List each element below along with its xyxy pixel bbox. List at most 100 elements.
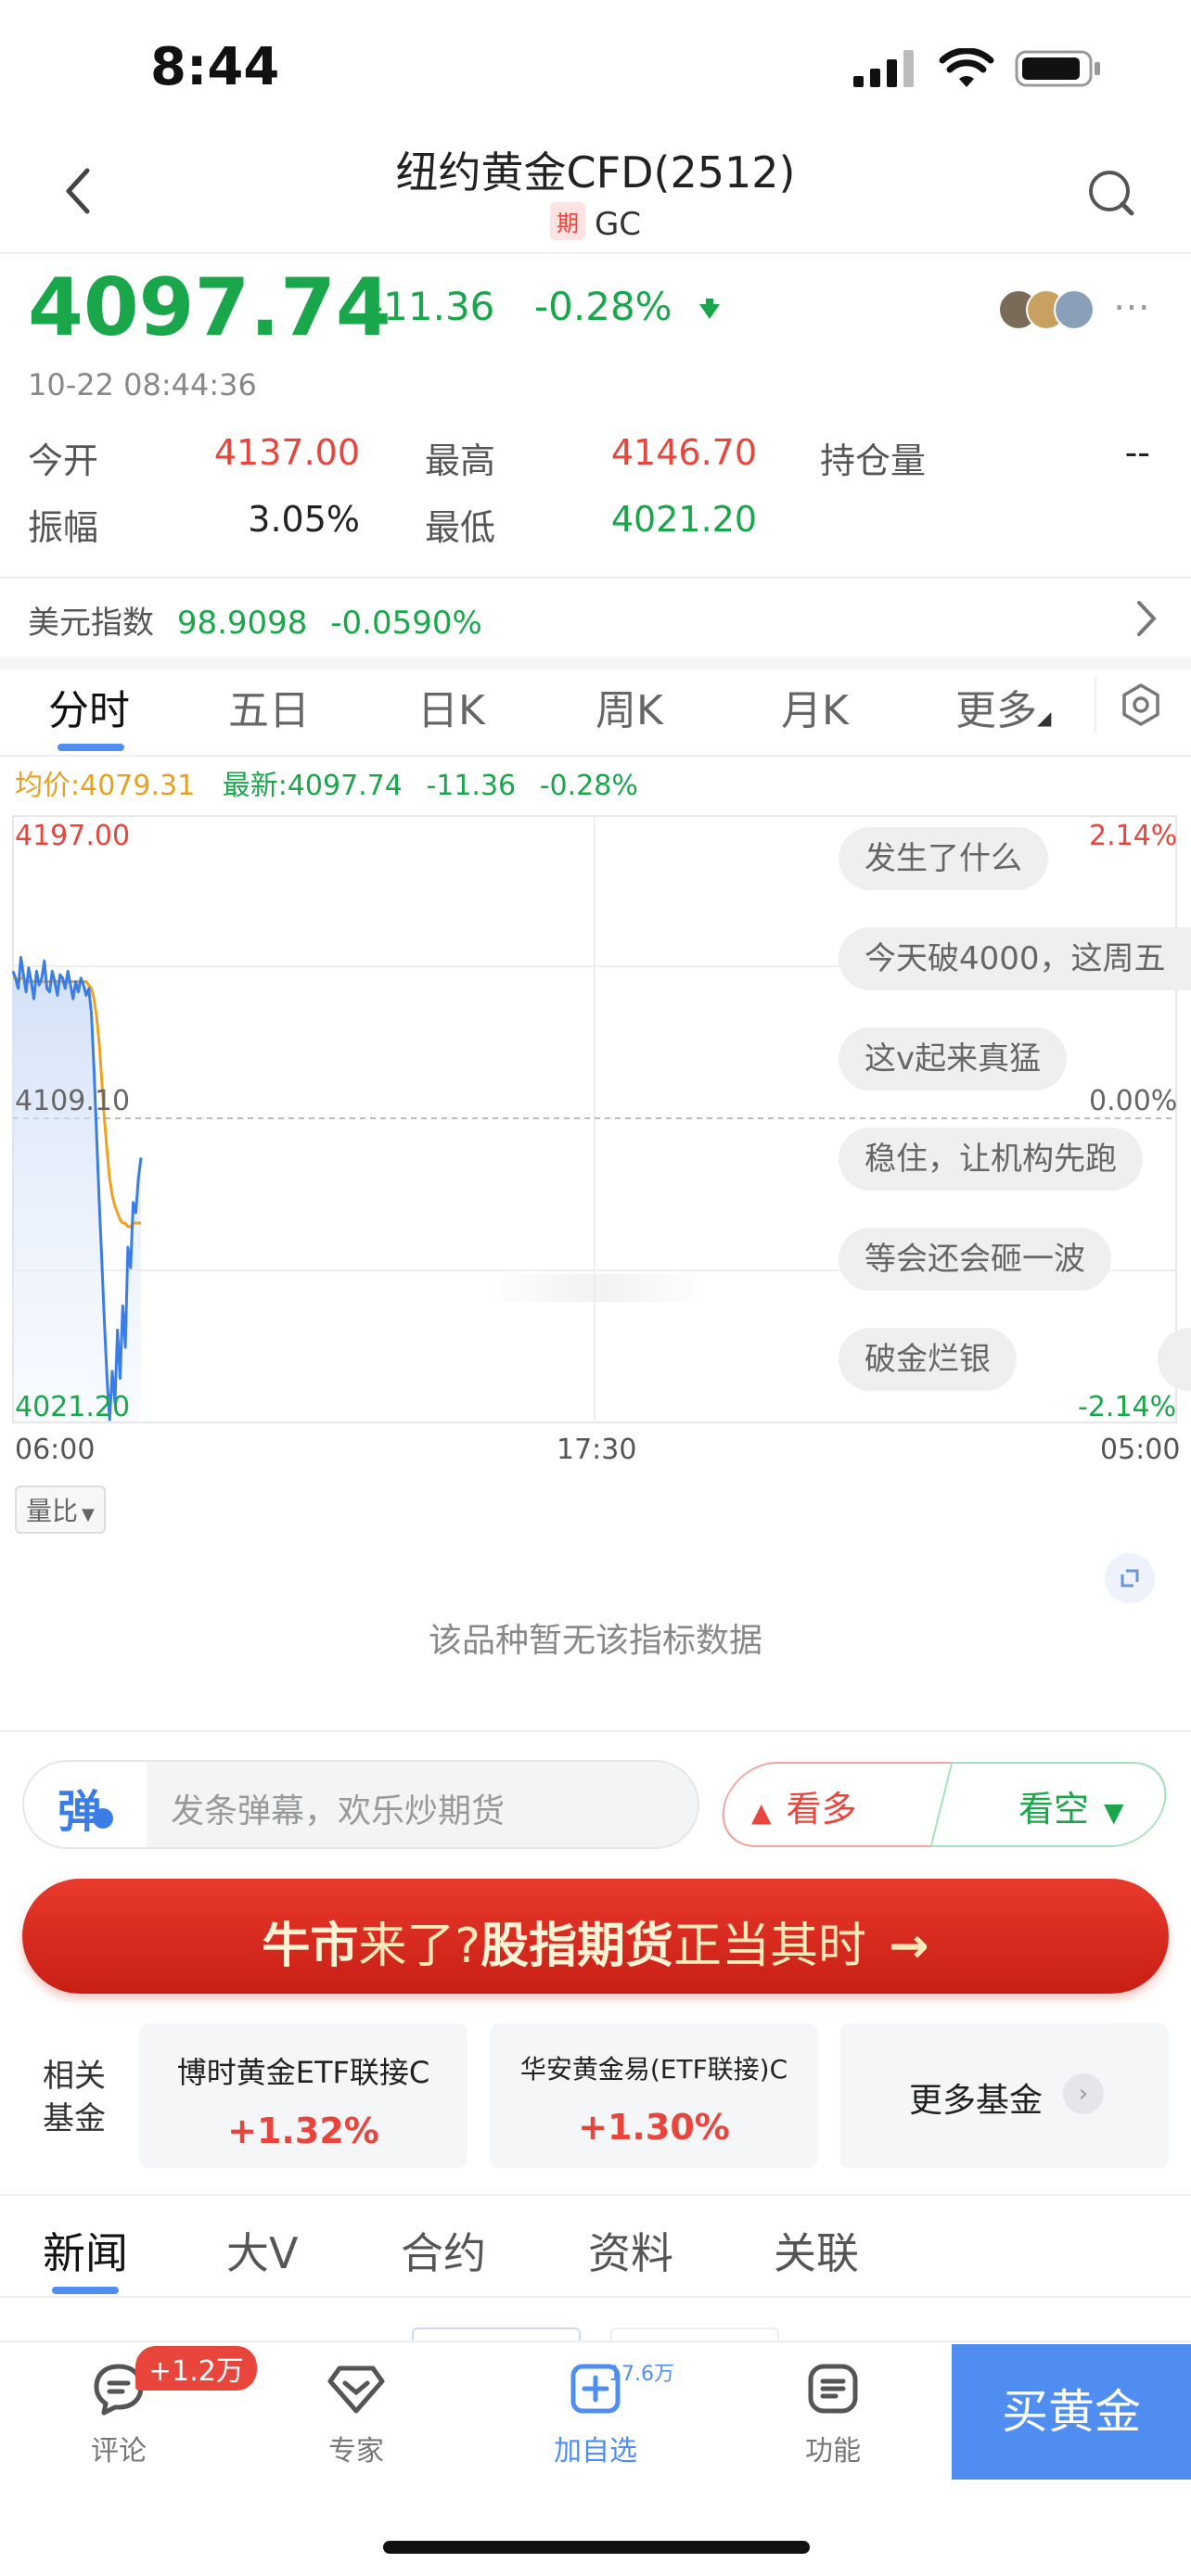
- danmaku-bubble[interactable]: 稳住，让机构先跑: [839, 1128, 1143, 1191]
- danmaku-bubble[interactable]: 等会还会砸一波: [839, 1228, 1111, 1291]
- nav-expert[interactable]: 专家: [282, 2361, 430, 2468]
- funds-divider: [0, 2194, 1191, 2196]
- fund-change: +1.32%: [227, 2111, 379, 2151]
- related-funds-label: 相关 基金: [43, 2055, 106, 2140]
- more-funds-label: 更多基金: [909, 2082, 1044, 2120]
- dropdown-icon: ▼: [82, 1505, 95, 1524]
- x-end-label: 05:00: [1100, 1434, 1181, 1466]
- fund-name: 博时黄金ETF联接C: [176, 2055, 430, 2090]
- danmaku-bubble[interactable]: 这v起来真猛: [839, 1027, 1068, 1090]
- high-label: 最高: [425, 440, 496, 481]
- nav-function-label: 功能: [805, 2435, 861, 2468]
- arrow-right-icon: →: [889, 1919, 929, 1974]
- signal-icon: [853, 50, 914, 87]
- danmaku-bubble[interactable]: 今天破4000，这周五: [839, 927, 1191, 990]
- avg-price-legend: 均价:4079.31: [15, 770, 196, 802]
- wifi-icon: [939, 48, 994, 87]
- low-label: 最低: [425, 507, 496, 548]
- header-divider: [0, 252, 1191, 254]
- promo-banner-text[interactable]: 牛市来了?股指期货正当其时 →: [22, 1906, 1169, 1976]
- tab-bigv[interactable]: 大V: [226, 2220, 298, 2281]
- volume-ratio-select[interactable]: 量比 ▼: [15, 1486, 106, 1534]
- expand-icon[interactable]: [1104, 1552, 1156, 1604]
- banner-part4: 正当其时: [673, 1919, 867, 1974]
- amp-value: 3.05%: [248, 499, 360, 540]
- nav-function[interactable]: 功能: [759, 2361, 907, 2468]
- tab-intraday[interactable]: 分时: [48, 677, 130, 736]
- fund-card[interactable]: 博时黄金ETF联接C +1.32%: [139, 2023, 467, 2168]
- oi-value: --: [1124, 432, 1150, 473]
- y-mid-label: 4109.10: [15, 1085, 131, 1117]
- latest-legend: 最新:4097.74: [222, 770, 403, 802]
- expert-diamond-icon: [327, 2366, 385, 2414]
- tab-related[interactable]: 关联: [774, 2220, 859, 2281]
- tab-more[interactable]: 更多◢: [955, 677, 1051, 736]
- quote-timestamp: 10-22 08:44:36: [28, 367, 257, 402]
- tab-monthly-k[interactable]: 月K: [781, 677, 849, 736]
- tab-news[interactable]: 新闻: [43, 2220, 128, 2281]
- nav-expert-label: 专家: [328, 2435, 384, 2468]
- amp-label: 振幅: [28, 507, 99, 548]
- search-icon[interactable]: [1085, 167, 1137, 219]
- danmaku-bubble[interactable]: 发生了什么: [839, 827, 1048, 890]
- down-arrow-icon: [699, 299, 720, 319]
- fund-change: +1.30%: [578, 2107, 730, 2148]
- tab-five-day[interactable]: 五日: [228, 677, 310, 736]
- buy-gold-button[interactable]: 买黄金: [952, 2344, 1191, 2480]
- tab-daily-k[interactable]: 日K: [417, 677, 485, 736]
- nav-comment-label: 评论: [91, 2435, 147, 2468]
- y-bottom-label: 4021.20: [15, 1391, 131, 1423]
- pct-top-label: 2.14%: [1089, 820, 1178, 852]
- tab-weekly-k[interactable]: 周K: [596, 677, 663, 736]
- dollar-index-change: -0.0590%: [330, 605, 482, 642]
- chevron-right-icon[interactable]: [1135, 599, 1158, 638]
- y-top-label: 4197.00: [15, 820, 131, 852]
- funds-label-line1: 相关: [43, 2058, 106, 2095]
- status-icons: [853, 48, 1102, 89]
- avatar-group[interactable]: [998, 289, 1100, 330]
- bearish-label: 看空: [1018, 1789, 1090, 1830]
- bearish-button-content[interactable]: 看空 ▼: [1018, 1780, 1124, 1831]
- triangle-icon: ◢: [1037, 707, 1052, 729]
- avatar: [1054, 289, 1095, 330]
- indicator-divider: [0, 1730, 1191, 1732]
- funds-label-line2: 基金: [43, 2100, 106, 2137]
- dollar-index-value: 98.9098: [176, 605, 308, 642]
- price-change-pct: -0.28%: [534, 284, 672, 329]
- last-price: 4097.74: [28, 261, 391, 354]
- pct-mid-label: 0.00%: [1089, 1085, 1178, 1117]
- battery-icon: [1015, 50, 1100, 87]
- bullish-label: 看多: [786, 1789, 857, 1830]
- settings-icon[interactable]: [1119, 682, 1163, 727]
- tab-profile[interactable]: 资料: [588, 2220, 673, 2281]
- futures-badge: 期: [549, 202, 585, 240]
- up-arrow-icon: ▲: [751, 1797, 772, 1828]
- bullish-button-content[interactable]: ▲ 看多: [751, 1780, 857, 1831]
- intraday-chart[interactable]: [0, 814, 1191, 1426]
- high-value: 4146.70: [610, 432, 757, 473]
- comment-count-badge: +1.2万: [135, 2346, 257, 2391]
- down-arrow-icon: ▼: [1104, 1797, 1124, 1828]
- fund-card[interactable]: 华安黄金易(ETF联接)C +1.30%: [490, 2023, 818, 2168]
- price-change: -11.36: [369, 284, 495, 329]
- change-legend: -11.36: [426, 770, 517, 802]
- chart-series-group: [11, 956, 143, 1422]
- dollar-index-row[interactable]: 美元指数 98.9098 -0.0590%: [28, 597, 482, 643]
- pct-bottom-label: -2.14%: [1078, 1391, 1177, 1423]
- tab-more-label: 更多: [955, 687, 1037, 734]
- tab-contract[interactable]: 合约: [401, 2220, 486, 2281]
- x-mid-label: 17:30: [557, 1434, 637, 1466]
- status-time: 8:44: [150, 37, 280, 97]
- page-title: 纽约黄金CFD(2512): [395, 147, 796, 198]
- nav-add-label: 加自选: [554, 2435, 637, 2468]
- oi-label: 持仓量: [820, 440, 927, 481]
- tabs-divider: [0, 755, 1191, 757]
- function-list-icon: [808, 2364, 858, 2414]
- watchlist-count: 17.6万: [608, 2363, 674, 2386]
- fund-name: 华安黄金易(ETF联接)C: [519, 2054, 788, 2085]
- more-dots-icon[interactable]: ⋯: [1113, 286, 1150, 328]
- volume-ratio-label: 量比: [26, 1496, 79, 1526]
- more-funds-button[interactable]: 更多基金 ›: [840, 2023, 1169, 2168]
- danmaku-bubble[interactable]: 破金烂银: [839, 1328, 1017, 1391]
- open-label: 今开: [28, 440, 99, 481]
